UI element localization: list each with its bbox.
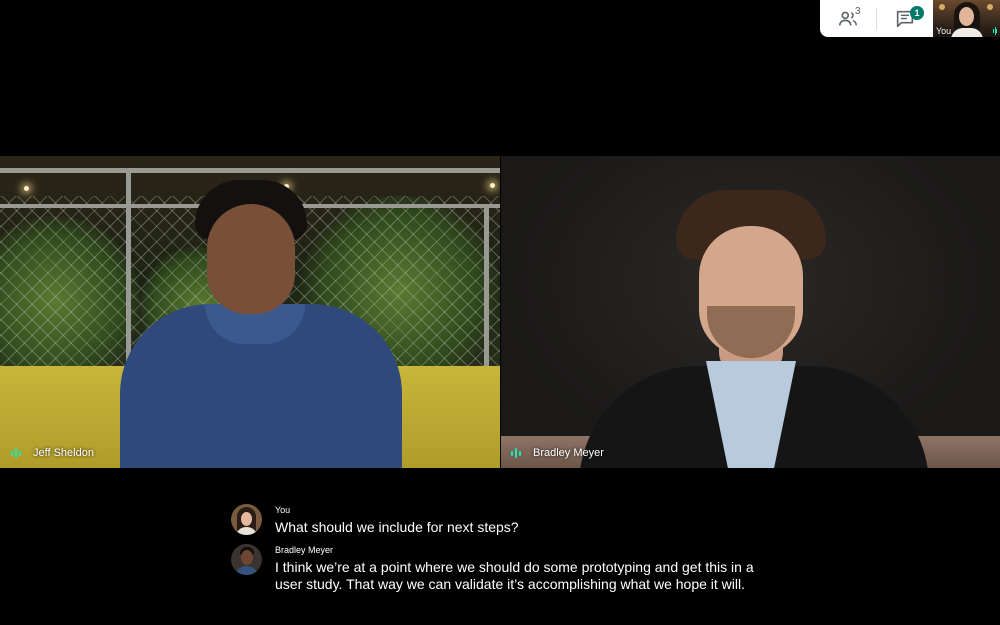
unread-messages-badge: 1 [910, 6, 924, 20]
caption-line: user study. That way we can validate it’… [275, 576, 746, 592]
background-light [987, 4, 993, 10]
participant-name-label: Jeff Sheldon [11, 447, 94, 459]
railing [126, 168, 131, 368]
participant-count: 3 [855, 6, 861, 17]
avatar [231, 544, 262, 575]
video-tile-jeff-sheldon[interactable]: Jeff Sheldon [0, 156, 500, 468]
railing [484, 204, 489, 369]
ceiling-light [490, 183, 495, 188]
avatar [231, 504, 262, 535]
participant-face [207, 204, 295, 314]
caption-text-block: You What should we include for next step… [275, 504, 519, 536]
caption-entry: You What should we include for next step… [231, 504, 519, 536]
self-view-label: You [936, 26, 952, 36]
self-face [959, 7, 974, 26]
caption-speaker: Bradley Meyer [275, 545, 334, 555]
railing [0, 168, 500, 173]
caption-text-block: Bradley Meyer I think we’re at a point w… [275, 544, 754, 593]
background-light [939, 4, 945, 10]
chat-button[interactable]: 1 [877, 0, 933, 37]
participant-name: Jeff Sheldon [33, 447, 94, 459]
ceiling-light [24, 186, 29, 191]
mic-activity-icon [993, 27, 998, 35]
people-button[interactable]: 3 [820, 0, 876, 37]
meeting-controls-panel: 3 1 [820, 0, 933, 37]
caption-speaker: You [275, 505, 291, 515]
self-view-thumbnail[interactable]: You [933, 0, 1000, 37]
mic-activity-icon [11, 448, 21, 458]
participant-name: Bradley Meyer [533, 447, 604, 459]
caption-line: What should we include for next steps? [275, 519, 519, 535]
video-tile-bradley-meyer[interactable]: Bradley Meyer [501, 156, 1000, 468]
mic-activity-icon [511, 448, 521, 458]
participant-name-label: Bradley Meyer [511, 447, 604, 459]
caption-line: I think we’re at a point where we should… [275, 559, 754, 575]
caption-entry: Bradley Meyer I think we’re at a point w… [231, 544, 754, 593]
